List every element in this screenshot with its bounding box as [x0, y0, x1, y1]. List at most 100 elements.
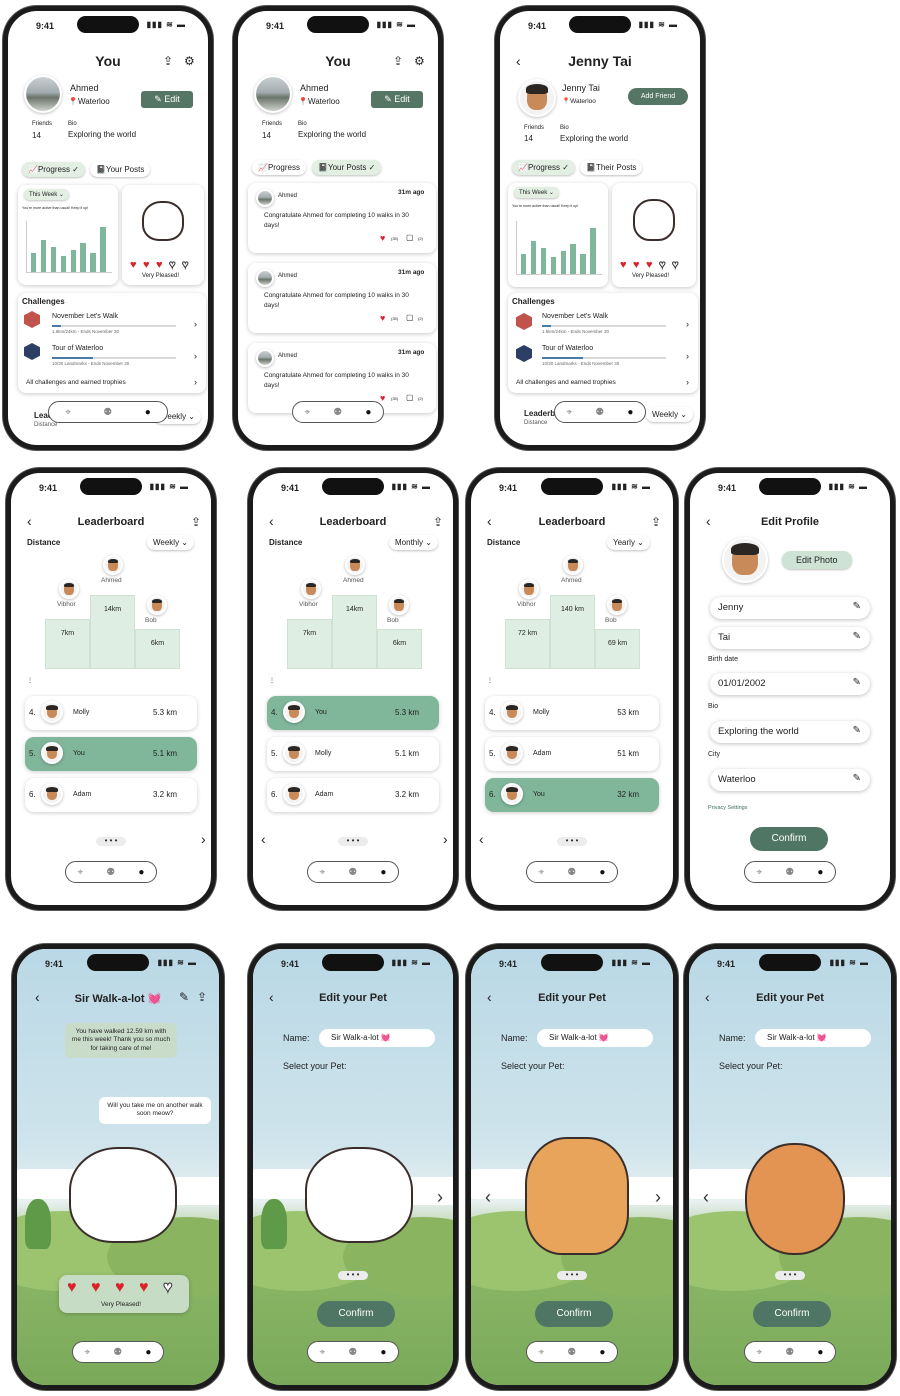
privacy-settings-link[interactable]: Privacy Settings	[708, 805, 747, 811]
pet-name-input[interactable]: Sir Walk-a-lot 💓	[537, 1029, 653, 1047]
profile-icon[interactable]: ●	[817, 1347, 823, 1358]
avatar[interactable]	[103, 555, 123, 575]
edit-button[interactable]: ✎ Edit	[141, 91, 193, 108]
tab-posts[interactable]: 📓Your Posts	[90, 162, 151, 177]
profile-icon[interactable]: ●	[145, 407, 151, 418]
friends-icon[interactable]: ⚉	[348, 867, 357, 878]
all-challenges-link[interactable]: All challenges and earned trophies	[516, 379, 616, 386]
leaderboard-row[interactable]: 4. Molly 5.3 km	[25, 696, 197, 730]
map-pin-icon[interactable]: ⌖	[539, 1347, 545, 1358]
chevron-left-icon[interactable]: ‹	[261, 831, 266, 847]
avatar[interactable]	[389, 595, 409, 615]
share-icon[interactable]: ⇪	[197, 990, 207, 1004]
map-pin-icon[interactable]: ⌖	[320, 1347, 326, 1358]
chevron-right-icon[interactable]: ›	[194, 319, 197, 329]
period-select[interactable]: Yearly ⌄	[607, 535, 650, 550]
add-friend-button[interactable]: Add Friend	[628, 88, 688, 105]
last-name-field[interactable]: Tai ✎	[710, 627, 870, 649]
share-icon[interactable]: ⇪	[433, 515, 443, 529]
pet-name-input[interactable]: Sir Walk-a-lot 💓	[755, 1029, 871, 1047]
edit-button[interactable]: ✎ Edit	[371, 91, 423, 108]
friends-icon[interactable]: ⚉	[785, 1347, 794, 1358]
friends-icon[interactable]: ⚉	[333, 407, 342, 418]
pet-mood-card[interactable]: ♥ ♥ ♥ ♥ ♥ Very Pleased!	[612, 183, 696, 287]
chevron-left-icon[interactable]: ‹	[703, 1187, 709, 1208]
avatar[interactable]	[563, 555, 583, 575]
challenge-2-title[interactable]: Tour of Waterloo	[542, 345, 593, 352]
avatar[interactable]	[147, 595, 167, 615]
week-select[interactable]: This Week ⌄	[24, 189, 69, 200]
leaderboard-row[interactable]: 5. You 5.1 km	[25, 737, 197, 771]
tab-progress[interactable]: 📈Progress	[252, 160, 306, 175]
pet-name-input[interactable]: Sir Walk-a-lot 💓	[319, 1029, 435, 1047]
friends-icon[interactable]: ⚉	[103, 407, 112, 418]
pet-mood-card[interactable]: ♥ ♥ ♥ ♥ ♥ Very Pleased!	[59, 1275, 189, 1313]
city-field[interactable]: Waterloo ✎	[710, 769, 870, 791]
confirm-button[interactable]: Confirm	[750, 827, 828, 851]
leaderboard-row[interactable]: 6. Adam 3.2 km	[25, 778, 197, 812]
map-pin-icon[interactable]: ⌖	[305, 407, 311, 418]
avatar[interactable]	[59, 579, 79, 599]
period-select[interactable]: Monthly ⌄	[389, 535, 438, 550]
chevron-right-icon[interactable]: ›	[201, 831, 206, 847]
tab-posts[interactable]: 📓Your Posts ✓	[312, 160, 382, 175]
friends-icon[interactable]: ⚉	[348, 1347, 357, 1358]
map-pin-icon[interactable]: ⌖	[757, 867, 763, 878]
post-card[interactable]: Ahmed 31m ago Congratulate Ahmed for com…	[248, 263, 436, 333]
chevron-right-icon[interactable]: ›	[686, 351, 689, 361]
friends-icon[interactable]: ⚉	[113, 1347, 122, 1358]
heart-icon[interactable]: ♥	[380, 393, 385, 403]
confirm-button[interactable]: Confirm	[535, 1301, 613, 1327]
heart-icon[interactable]: ♥	[380, 313, 385, 323]
period-select[interactable]: Weekly ⌄	[646, 407, 694, 422]
profile-icon[interactable]: ●	[599, 867, 605, 878]
chevron-left-icon[interactable]: ‹	[479, 831, 484, 847]
profile-icon[interactable]: ●	[599, 1347, 605, 1358]
friends-icon[interactable]: ⚉	[595, 407, 604, 418]
chevron-right-icon[interactable]: ›	[443, 831, 448, 847]
pencil-icon[interactable]: ✎	[853, 725, 861, 736]
leaderboard-row[interactable]: 6. Adam 3.2 km	[267, 778, 439, 812]
leaderboard-row[interactable]: 4. Molly 53 km	[485, 696, 659, 730]
comment-icon[interactable]: ▢	[406, 233, 414, 242]
comment-icon[interactable]: ▢	[406, 393, 414, 402]
pencil-icon[interactable]: ✎	[853, 773, 861, 784]
map-pin-icon[interactable]: ⌖	[85, 1347, 91, 1358]
gear-icon[interactable]: ⚙	[414, 54, 425, 68]
map-pin-icon[interactable]: ⌖	[65, 407, 71, 418]
chevron-right-icon[interactable]: ›	[194, 377, 197, 387]
map-pin-icon[interactable]: ⌖	[757, 1347, 763, 1358]
profile-icon[interactable]: ●	[380, 1347, 386, 1358]
friends-icon[interactable]: ⚉	[106, 867, 115, 878]
confirm-button[interactable]: Confirm	[753, 1301, 831, 1327]
birth-date-field[interactable]: 01/01/2002 ✎	[710, 673, 870, 695]
profile-icon[interactable]: ●	[380, 867, 386, 878]
pencil-icon[interactable]: ✎	[853, 601, 861, 612]
leaderboard-row[interactable]: 5. Adam 51 km	[485, 737, 659, 771]
pencil-icon[interactable]: ✎	[853, 677, 861, 688]
chevron-left-icon[interactable]: ‹	[485, 1187, 491, 1208]
challenge-1-title[interactable]: November Let's Walk	[52, 313, 118, 320]
chevron-right-icon[interactable]: ›	[686, 319, 689, 329]
avatar[interactable]	[607, 595, 627, 615]
pencil-icon[interactable]: ✎	[853, 631, 861, 642]
profile-icon[interactable]: ●	[817, 867, 823, 878]
gear-icon[interactable]: ⚙	[184, 54, 195, 68]
leaderboard-row[interactable]: 5. Molly 5.1 km	[267, 737, 439, 771]
period-select[interactable]: Weekly ⌄	[147, 535, 195, 550]
share-icon[interactable]: ⇪	[651, 515, 661, 529]
profile-icon[interactable]: ●	[627, 407, 633, 418]
bio-field[interactable]: Exploring the world ✎	[710, 721, 870, 743]
profile-icon[interactable]: ●	[145, 1347, 151, 1358]
share-icon[interactable]: ⇪	[191, 515, 201, 529]
challenge-1-title[interactable]: November Let's Walk	[542, 313, 608, 320]
tab-posts[interactable]: 📓Their Posts	[580, 160, 643, 175]
chevron-right-icon[interactable]: ›	[437, 1187, 443, 1208]
map-pin-icon[interactable]: ⌖	[78, 867, 84, 878]
tab-progress[interactable]: 📈Progress ✓	[22, 162, 85, 177]
edit-photo-button[interactable]: Edit Photo	[782, 551, 852, 569]
friends-icon[interactable]: ⚉	[567, 867, 576, 878]
week-select[interactable]: This Week ⌄	[514, 187, 559, 198]
comment-icon[interactable]: ▢	[406, 313, 414, 322]
post-card[interactable]: Ahmed 31m ago Congratulate Ahmed for com…	[248, 183, 436, 253]
